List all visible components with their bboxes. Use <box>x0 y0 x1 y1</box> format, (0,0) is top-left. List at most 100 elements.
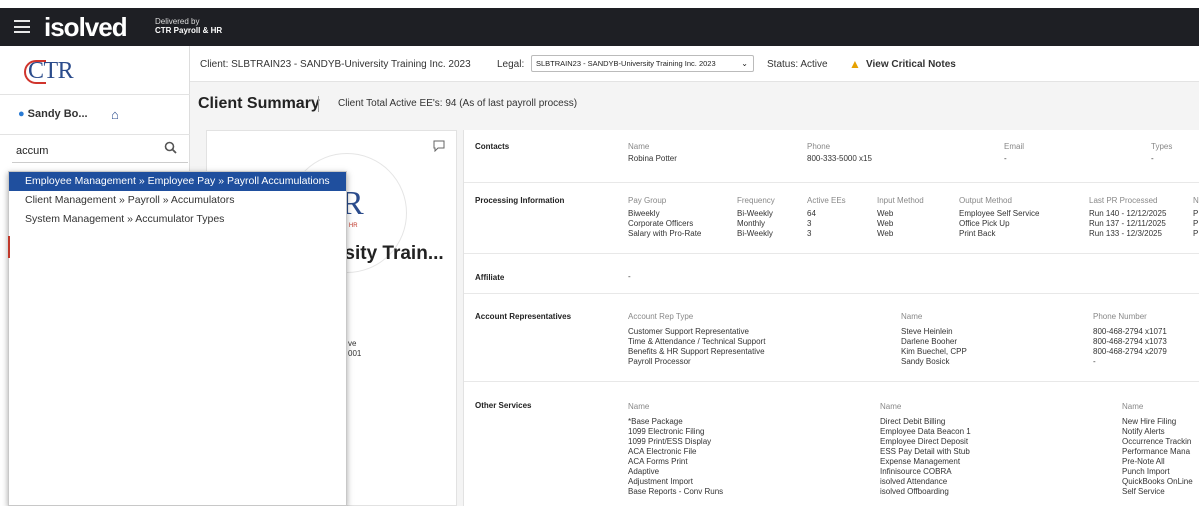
client-status: ve <box>348 339 357 348</box>
delivered-by-label: Delivered by <box>155 17 200 26</box>
processing-header: Frequency <box>737 196 775 205</box>
view-critical-notes-link[interactable]: View Critical Notes <box>866 59 956 70</box>
other-services-title: Other Services <box>475 401 532 410</box>
comment-icon[interactable] <box>433 140 445 155</box>
top-fringe <box>0 0 1199 8</box>
legal-select-value: SLBTRAIN23 - SANDYB-University Training … <box>536 59 716 68</box>
processing-cell: P <box>1193 219 1199 228</box>
divider <box>464 293 1199 294</box>
service-item: Employee Direct Deposit <box>880 437 969 446</box>
contact-types: - <box>1151 154 1154 163</box>
service-item: QuickBooks OnLine <box>1122 477 1193 486</box>
service-item: isolved Offboarding <box>880 487 949 496</box>
processing-cell: P <box>1193 209 1199 218</box>
client-name: rsity Train... <box>337 243 444 264</box>
client-id: 001 <box>348 349 362 358</box>
service-item: Punch Import <box>1122 467 1170 476</box>
service-item: 1099 Electronic Filing <box>628 427 705 436</box>
account-rep-phone: 800-468-2794 x2079 <box>1093 347 1167 356</box>
processing-cell: Web <box>877 219 894 228</box>
search-input[interactable] <box>16 143 141 159</box>
processing-cell: Run 137 - 12/11/2025 <box>1089 219 1166 228</box>
service-item: Adaptive <box>628 467 660 476</box>
service-item: 1099 Print/ESS Display <box>628 437 712 446</box>
status-label: Status: Active <box>767 59 828 70</box>
account-rep-type: Time & Attendance / Technical Support <box>628 337 766 346</box>
processing-cell: Bi-Weekly <box>737 229 773 238</box>
home-icon[interactable]: ⌂ <box>111 107 119 122</box>
processing-cell: 3 <box>807 229 812 238</box>
legal-select[interactable]: SLBTRAIN23 - SANDYB-University Training … <box>531 55 754 72</box>
logo-text: isolved <box>44 12 128 42</box>
processing-header: Active EEs <box>807 196 846 205</box>
service-item: Infinisource COBRA <box>880 467 952 476</box>
client-bar: Client: SLBTRAIN23 - SANDYB-University T… <box>190 46 1199 82</box>
user-icon: ● <box>18 108 25 120</box>
divider <box>318 96 319 112</box>
divider <box>464 182 1199 183</box>
service-item: Expense Management <box>880 457 961 466</box>
processing-cell: Web <box>877 229 894 238</box>
service-item: Pre-Note All <box>1122 457 1165 466</box>
service-item: ESS Pay Detail with Stub <box>880 447 970 456</box>
processing-cell: Salary with Pro-Rate <box>628 229 702 238</box>
service-item: Adjustment Import <box>628 477 693 486</box>
account-reps-title: Account Representatives <box>475 312 572 321</box>
contact-email: - <box>1004 154 1007 163</box>
search-icon[interactable] <box>164 141 177 157</box>
service-item: *Base Package <box>628 417 683 426</box>
processing-header: N <box>1193 196 1199 205</box>
search-result-item[interactable]: System Management » Accumulator Types <box>9 210 346 229</box>
contacts-header-name: Name <box>628 142 650 151</box>
service-item: Occurrence Trackin <box>1122 437 1192 446</box>
processing-cell: Employee Self Service <box>959 209 1040 218</box>
ctr-logo: CTR <box>24 58 84 86</box>
processing-cell: P <box>1193 229 1199 238</box>
chevron-down-icon: ⌄ <box>741 59 748 68</box>
processing-header: Input Method <box>877 196 924 205</box>
search-result-item[interactable]: Client Management » Payroll » Accumulato… <box>9 191 346 210</box>
processing-cell: Corporate Officers <box>628 219 694 228</box>
processing-header: Last PR Processed <box>1089 196 1158 205</box>
page-title: Client Summary <box>198 95 320 112</box>
service-item: isolved Attendance <box>880 477 948 486</box>
affiliate-value: - <box>628 272 631 281</box>
processing-cell: 3 <box>807 219 812 228</box>
divider <box>464 381 1199 382</box>
warning-icon: ▲ <box>849 57 861 71</box>
contacts-header-phone: Phone <box>807 142 831 151</box>
processing-cell: Print Back <box>959 229 996 238</box>
contacts-header-email: Email <box>1004 142 1025 151</box>
processing-cell: Run 140 - 12/12/2025 <box>1089 209 1167 218</box>
account-rep-name: Sandy Bosick <box>901 357 950 366</box>
processing-cell: Office Pick Up <box>959 219 1010 228</box>
user-menu[interactable]: ● Sandy Bo... <box>18 108 88 120</box>
other-services-header: Name <box>880 402 902 411</box>
contact-name: Robina Potter <box>628 154 677 163</box>
divider <box>464 253 1199 254</box>
service-item: ACA Electronic File <box>628 447 697 456</box>
summary-header: Client Summary Client Total Active EE's:… <box>190 82 1199 126</box>
account-rep-phone: 800-468-2794 x1071 <box>1093 327 1167 336</box>
service-item: Self Service <box>1122 487 1165 496</box>
client-label: Client: SLBTRAIN23 - SANDYB-University T… <box>200 59 471 70</box>
search-result-item[interactable]: Employee Management » Employee Pay » Pay… <box>9 172 346 191</box>
service-item: Employee Data Beacon 1 <box>880 427 971 436</box>
hamburger-menu-icon[interactable] <box>14 20 30 33</box>
page-subtitle: Client Total Active EE's: 94 (As of last… <box>338 98 578 109</box>
processing-cell: Run 133 - 12/3/2025 <box>1089 229 1162 238</box>
service-item: New Hire Filing <box>1122 417 1177 426</box>
legal-label: Legal: <box>497 59 525 70</box>
service-item: Performance Mana <box>1122 447 1191 456</box>
processing-header: Pay Group <box>628 196 667 205</box>
delivered-by: Delivered by CTR Payroll & HR <box>155 17 222 35</box>
account-reps-header: Name <box>901 312 923 321</box>
divider <box>0 134 190 135</box>
provider-name: CTR Payroll & HR <box>155 26 223 35</box>
search-underline <box>12 162 188 163</box>
user-name: Sandy Bo... <box>27 108 88 120</box>
other-services-header: Name <box>1122 402 1144 411</box>
service-item: Base Reports - Conv Runs <box>628 487 724 496</box>
contacts-header-types: Types <box>1151 142 1173 151</box>
details-panel: Contacts Name Phone Email Types Robina P… <box>463 130 1199 506</box>
